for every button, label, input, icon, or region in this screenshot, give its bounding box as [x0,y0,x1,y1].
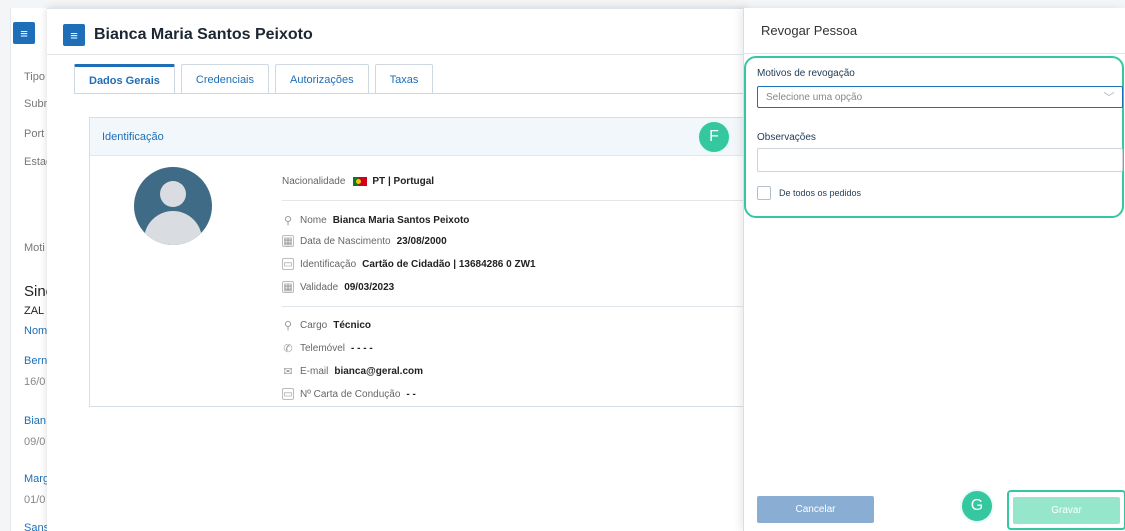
person-icon: ⚲ [283,319,293,332]
all-requests-label: De todos os pedidos [779,188,862,198]
bg-row-name[interactable]: Bian [24,415,46,427]
bg-label-motivo: Moti [24,242,45,254]
revoke-panel: Revogar Pessoa Motivos de revogação Sele… [743,8,1125,531]
reason-placeholder: Selecione uma opção [766,92,863,103]
validity-label: Validade [300,281,339,293]
mail-icon: ✉ [283,365,293,378]
identification-row: ▭ Identificação Cartão de Cidadão | 1368… [282,258,536,270]
license-row: ▭ Nº Carta de Condução - - [282,388,416,400]
card-title: Identificação [102,131,164,143]
bg-row-date: 01/0 [24,494,46,506]
panel-header: Revogar Pessoa [744,8,1125,54]
phone-row: ✆ Telemóvel - - - - [282,342,373,355]
tab-dados-gerais[interactable]: Dados Gerais [74,64,175,94]
email-value: bianca@geral.com [334,365,424,377]
name-value: Bianca Maria Santos Peixoto [332,214,470,226]
role-value: Técnico [333,319,372,331]
phone-value: - - - - [351,342,373,354]
bg-row-date: 09/0 [24,436,46,448]
all-requests-checkbox[interactable] [757,186,771,200]
divider [282,200,748,201]
cancel-button[interactable]: Cancelar [757,496,874,523]
validity-row: ▦ Validade 09/03/2023 [282,281,394,293]
nationality-label: Nacionalidade [282,176,346,187]
tab-taxas[interactable]: Taxas [374,64,434,94]
tab-credenciais[interactable]: Credenciais [180,64,270,94]
annotation-badge-g: G [960,489,994,523]
tab-bar: Dados Gerais Credenciais Autorizações Ta… [74,64,434,94]
bg-row-name[interactable]: Marg [24,473,49,485]
bg-label-tipo: Tipo [24,71,45,83]
birthdate-value: 23/08/2000 [396,235,447,247]
license-label: Nº Carta de Condução [300,388,401,400]
id-card-icon: ▭ [282,258,294,270]
birthdate-row: ▦ Data de Nascimento 23/08/2000 [282,235,447,247]
validity-value: 09/03/2023 [344,281,395,293]
bg-code: ZAL [24,305,45,317]
divider [282,306,748,307]
avatar [134,167,212,245]
panel-title: Revogar Pessoa [761,23,858,38]
save-button[interactable]: Gravar [1013,497,1120,524]
notes-input[interactable] [757,148,1123,172]
person-icon: ⚲ [283,214,293,227]
phone-icon: ✆ [283,342,293,355]
hamburger-icon: ≡ [70,27,78,43]
background-menu-button[interactable]: ≡ [13,22,35,44]
name-row: ⚲ Nome Bianca Maria Santos Peixoto [282,214,470,227]
birthdate-label: Data de Nascimento [300,235,391,247]
email-row: ✉ E-mail bianca@geral.com [282,365,424,378]
role-row: ⚲ Cargo Técnico [282,319,372,332]
id-card-icon: ▭ [282,388,294,400]
identification-card: Identificação Nacionalidade PT | Portuga… [89,117,748,407]
reason-label: Motivos de revogação [757,68,855,79]
bg-row-date: 16/0 [24,376,46,388]
role-label: Cargo [300,319,328,331]
menu-button[interactable]: ≡ [63,24,85,46]
bg-col-header[interactable]: Nom [24,325,47,337]
screen: ≡ Tipo Subm Port Estad Moti Sine ZAL Nom… [0,0,1125,531]
name-label: Nome [300,214,327,226]
tabs-divider [74,93,747,94]
annotation-badge-f: F [697,120,731,154]
tab-autorizacoes[interactable]: Autorizações [275,64,369,94]
bg-row-name[interactable]: Bern [24,355,47,367]
bg-row-name[interactable]: Sans [24,522,49,531]
modal-title: Bianca Maria Santos Peixoto [94,26,313,43]
calendar-icon: ▦ [282,281,294,293]
card-header: Identificação [90,118,748,156]
modal-header: ≡ Bianca Maria Santos Peixoto [47,9,747,55]
portugal-flag-icon [353,177,368,186]
license-value: - - [406,388,416,400]
email-label: E-mail [300,365,329,377]
nationality-row: Nacionalidade PT | Portugal [282,176,434,187]
notes-label: Observações [757,132,816,143]
reason-select[interactable]: Selecione uma opção ﹀ [757,86,1123,108]
calendar-icon: ▦ [282,235,294,247]
identification-label: Identificação [300,258,357,270]
identification-value: Cartão de Cidadão | 13684286 0 ZW1 [362,258,536,270]
bg-label-port: Port [24,128,45,140]
save-highlight: Gravar [1007,490,1125,530]
nationality-value: PT | Portugal [372,176,435,187]
person-modal: ≡ Bianca Maria Santos Peixoto Dados Gera… [47,8,748,531]
phone-label: Telemóvel [300,342,346,354]
chevron-down-icon: ﹀ [1103,92,1115,104]
